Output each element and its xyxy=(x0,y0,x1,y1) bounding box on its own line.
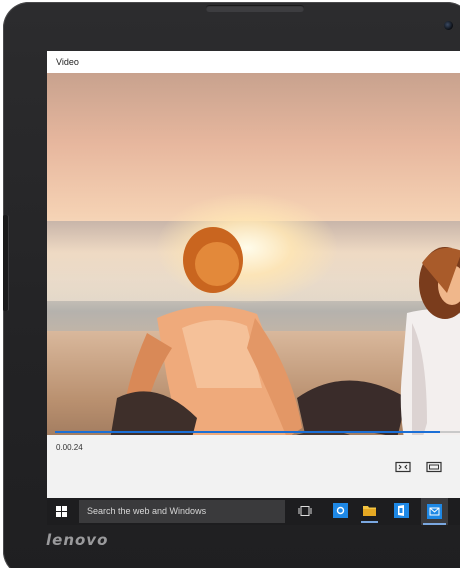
player-controls: 0.00.24 xyxy=(47,435,460,498)
taskbar-app-office[interactable] xyxy=(393,502,410,519)
taskbar: Search the web and Windows xyxy=(47,498,460,525)
camera-icon xyxy=(444,21,453,30)
video-frame[interactable] xyxy=(47,73,460,470)
settings-icon xyxy=(333,503,348,518)
windows-logo-icon xyxy=(56,506,67,517)
aspect-ratio-button[interactable] xyxy=(395,461,411,473)
start-button[interactable] xyxy=(53,503,70,520)
device: Video 0.00.24 Search the web and Windows… xyxy=(0,0,460,568)
office-icon xyxy=(394,503,409,518)
taskbar-app-settings[interactable] xyxy=(332,502,349,519)
outlook-icon xyxy=(427,504,442,519)
top-speaker-slot xyxy=(206,5,304,12)
search-placeholder: Search the web and Windows xyxy=(87,506,207,516)
side-button xyxy=(3,215,9,311)
app-titlebar: Video xyxy=(47,51,460,73)
task-view-icon xyxy=(298,505,311,516)
screen: Video 0.00.24 Search the web and Windows xyxy=(47,51,460,525)
seek-progress xyxy=(55,431,440,433)
taskbar-search[interactable]: Search the web and Windows xyxy=(79,500,285,523)
app-title: Video xyxy=(56,57,79,67)
mini-view-button[interactable] xyxy=(426,461,442,473)
taskbar-app-file-explorer[interactable] xyxy=(361,502,378,523)
taskbar-app-outlook[interactable] xyxy=(421,498,448,525)
task-view-button[interactable] xyxy=(296,502,313,519)
seek-bar[interactable] xyxy=(55,431,460,433)
file-explorer-icon xyxy=(363,506,376,516)
brand-logo: lenovo xyxy=(46,531,109,549)
aspect-ratio-icon xyxy=(395,461,411,473)
active-app-indicator xyxy=(423,523,446,525)
mini-view-icon xyxy=(426,461,442,473)
timecode: 0.00.24 xyxy=(56,443,83,452)
